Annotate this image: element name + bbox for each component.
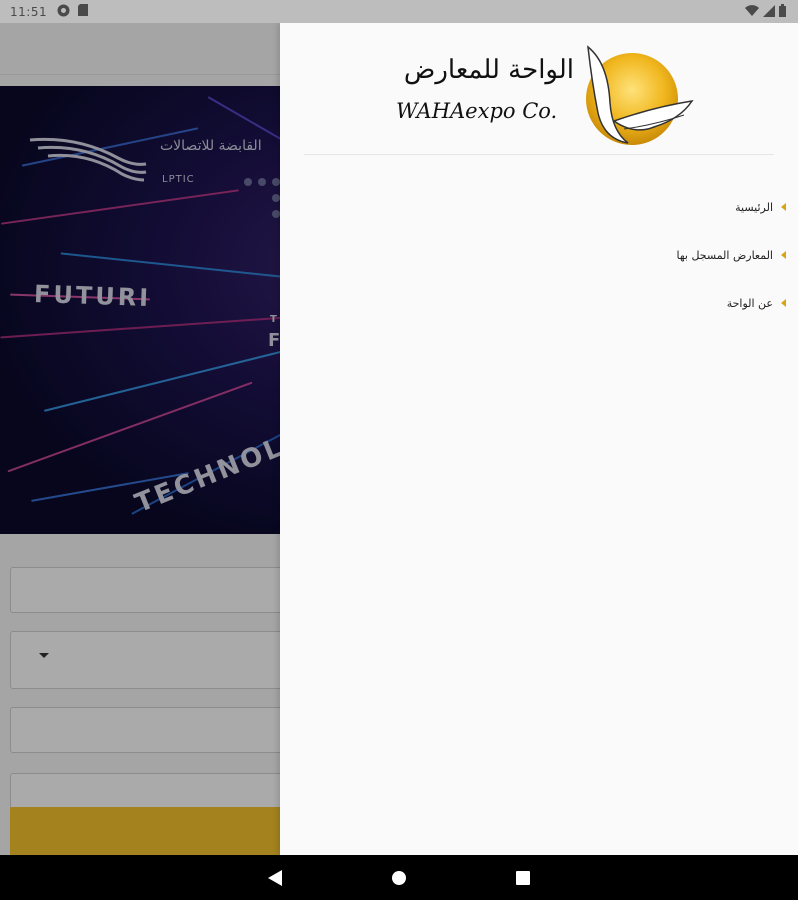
recents-icon[interactable] [511, 866, 535, 890]
menu-item-label: الرئيسية [735, 200, 773, 214]
drawer-header: الواحة للمعارض WAHAexpo Co. [304, 23, 774, 155]
caret-left-icon [781, 251, 786, 259]
waha-brand: الواحة للمعارض WAHAexpo Co. [396, 33, 696, 149]
android-screen: 11:51 القابضة للاتصالات LPTIC FUTURI TEC… [0, 0, 798, 900]
status-time: 11:51 [10, 4, 48, 19]
signal-icon [763, 4, 775, 20]
status-icons [745, 4, 786, 20]
caret-left-icon [781, 299, 786, 307]
menu-item-registered-exhibitions[interactable]: المعارض المسجل بها [306, 231, 786, 279]
home-icon[interactable] [387, 866, 411, 890]
menu-item-label: المعارض المسجل بها [676, 248, 773, 262]
menu-item-home[interactable]: الرئيسية [306, 183, 786, 231]
vpn-key-icon [57, 4, 70, 20]
caret-left-icon [781, 203, 786, 211]
system-nav-bar [0, 855, 798, 900]
battery-icon [779, 4, 786, 20]
status-bar: 11:51 [0, 0, 798, 23]
waha-dove-sun-logo-icon [586, 45, 694, 145]
brand-arabic-name: الواحة للمعارض [403, 55, 574, 85]
back-icon[interactable] [263, 866, 287, 890]
sim-card-icon [78, 4, 89, 19]
drawer-menu: الرئيسية المعارض المسجل بها عن الواحة [306, 183, 786, 327]
wifi-icon [745, 4, 759, 20]
brand-latin-name: WAHAexpo Co. [396, 99, 558, 123]
menu-item-about[interactable]: عن الواحة [306, 279, 786, 327]
menu-item-label: عن الواحة [726, 296, 773, 310]
navigation-drawer: الواحة للمعارض WAHAexpo Co. الرئيسية الم… [280, 23, 798, 855]
